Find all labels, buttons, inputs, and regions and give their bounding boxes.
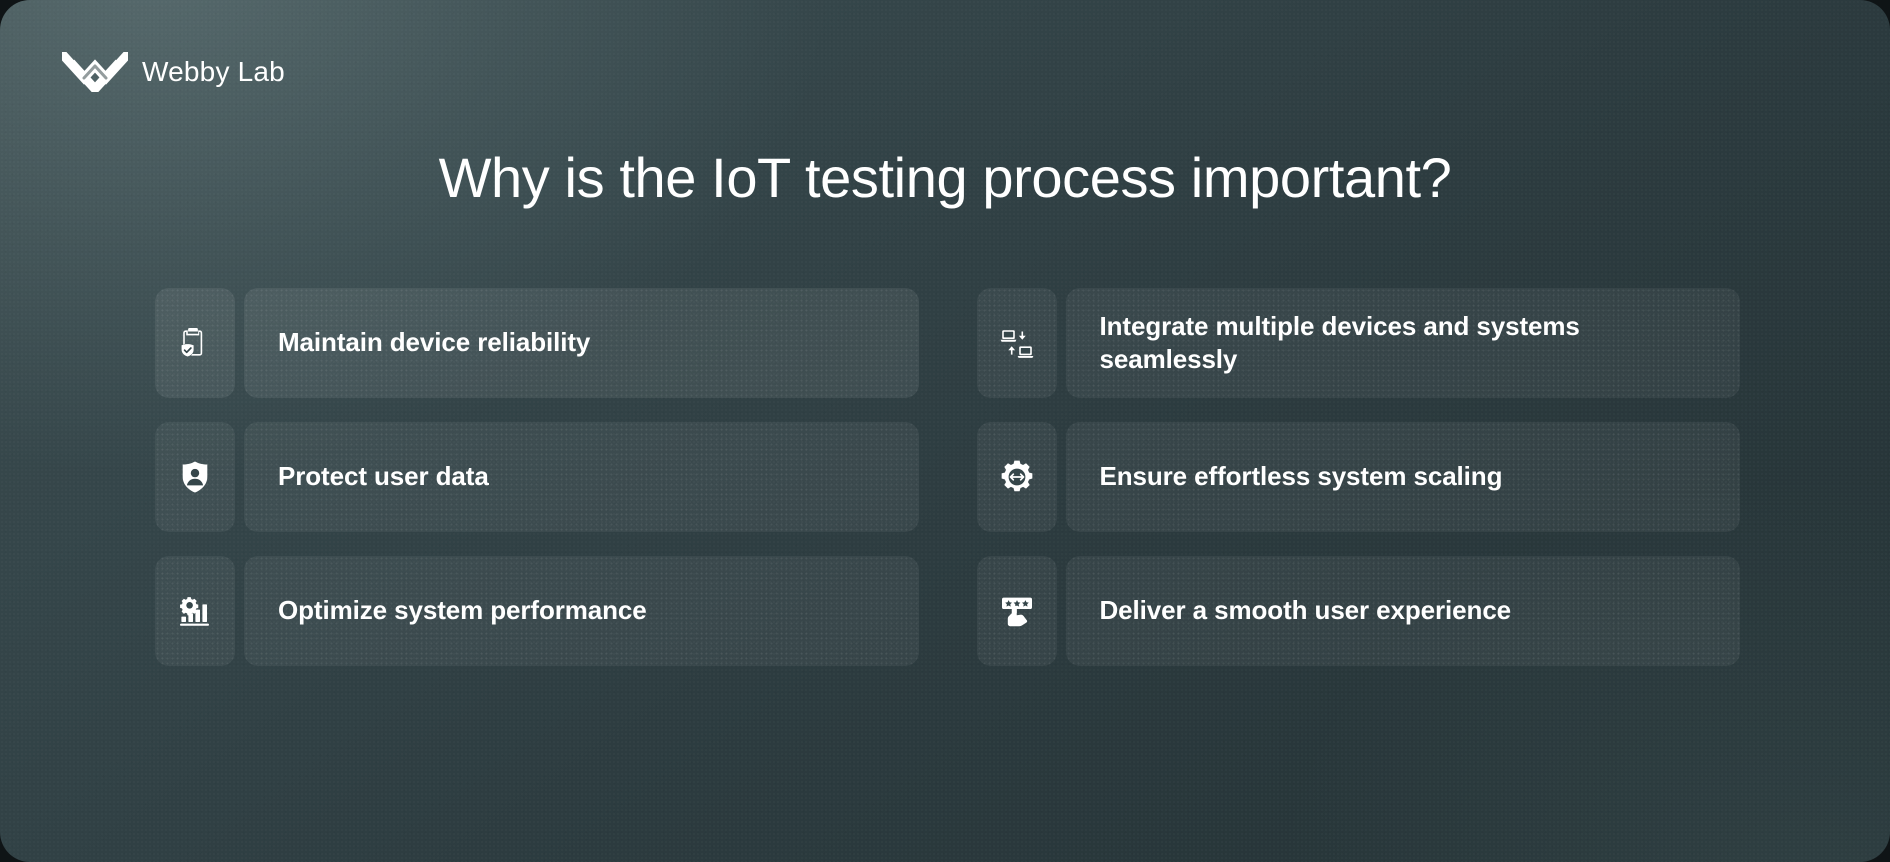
benefit-card[interactable]: Ensure effortless system scaling bbox=[1065, 422, 1740, 532]
benefit-label: Integrate multiple devices and systems s… bbox=[1099, 310, 1580, 374]
brand-logo[interactable]: Webby Lab bbox=[62, 52, 285, 92]
benefit-row[interactable]: Protect user data bbox=[155, 422, 919, 532]
benefit-row[interactable]: Optimize system performance bbox=[155, 556, 919, 666]
page-title: Why is the IoT testing process important… bbox=[438, 146, 1452, 209]
benefit-card[interactable]: Deliver a smooth user experience bbox=[1065, 556, 1740, 666]
benefit-row[interactable]: Integrate multiple devices and systems s… bbox=[976, 288, 1740, 398]
slide-canvas: Webby Lab Why is the IoT testing process… bbox=[0, 0, 1890, 862]
benefit-label: Ensure effortless system scaling bbox=[1099, 461, 1503, 492]
clipboard-shield-check-icon bbox=[155, 288, 235, 398]
benefit-label: Deliver a smooth user experience bbox=[1099, 595, 1512, 626]
benefit-card[interactable]: Integrate multiple devices and systems s… bbox=[1065, 288, 1740, 398]
benefit-label: Optimize system performance bbox=[278, 595, 647, 626]
benefit-row[interactable]: Maintain device reliability bbox=[155, 288, 919, 398]
benefit-card[interactable]: Protect user data bbox=[244, 422, 919, 532]
benefits-grid: Maintain device reliability Integrate mu… bbox=[155, 288, 1740, 666]
hand-star-rating-icon bbox=[976, 556, 1057, 666]
shield-user-icon bbox=[155, 422, 235, 532]
benefit-row[interactable]: Deliver a smooth user experience bbox=[976, 556, 1740, 666]
benefit-label: Maintain device reliability bbox=[278, 327, 591, 358]
two-laptops-sync-icon bbox=[976, 288, 1057, 398]
benefit-card[interactable]: Maintain device reliability bbox=[244, 288, 919, 398]
brand-name: Webby Lab bbox=[142, 56, 285, 87]
benefit-label: Protect user data bbox=[278, 461, 489, 492]
benefit-card[interactable]: Optimize system performance bbox=[244, 556, 919, 666]
gear-bar-chart-icon bbox=[155, 556, 235, 666]
benefit-row[interactable]: Ensure effortless system scaling bbox=[976, 422, 1740, 532]
webby-lab-chevron-logo-icon bbox=[62, 52, 128, 92]
gear-resize-arrows-icon bbox=[976, 422, 1057, 532]
